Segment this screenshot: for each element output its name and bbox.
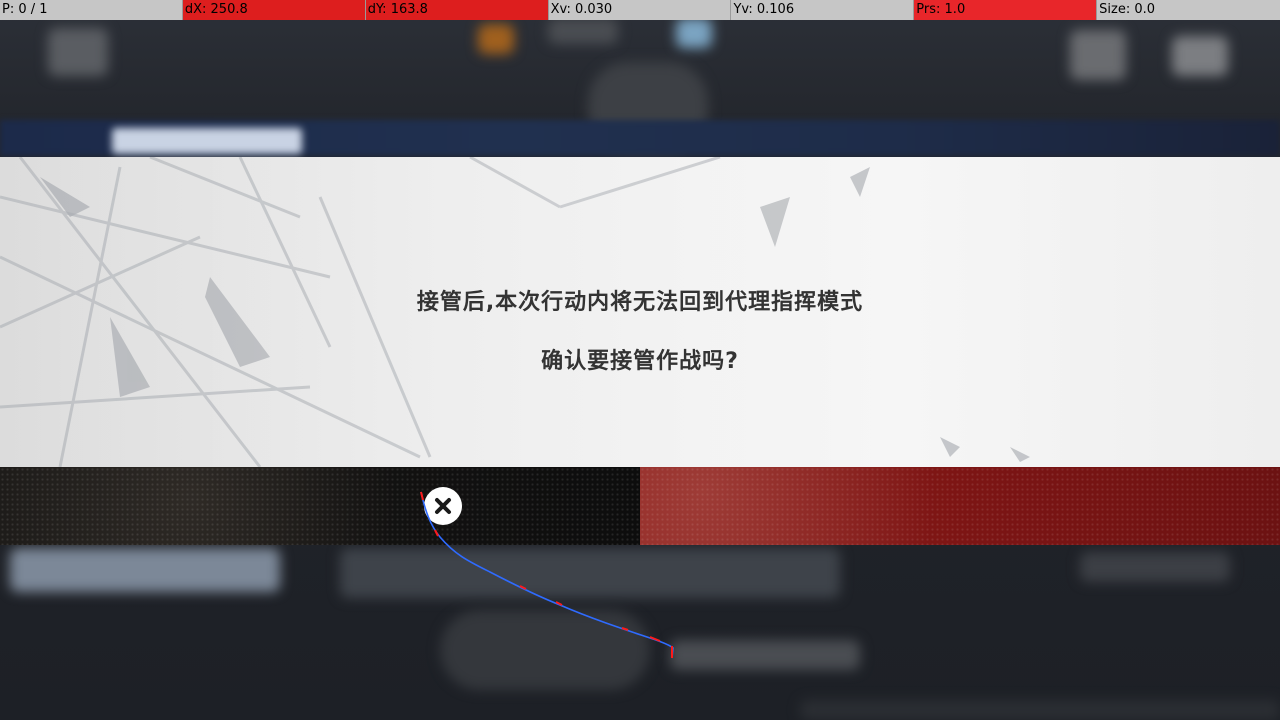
cancel-button[interactable]	[0, 467, 640, 545]
close-icon	[424, 487, 462, 525]
pointer-location-bar: P: 0 / 1 dX: 250.8 dY: 163.8 Xv: 0.030 Y…	[0, 0, 1280, 20]
pressure: Prs: 1.0	[914, 0, 1098, 20]
dialog-button-row	[0, 467, 1280, 545]
game-screen: P: 0 / 1 dX: 250.8 dY: 163.8 Xv: 0.030 Y…	[0, 0, 1280, 720]
confirm-button-texture	[640, 467, 1280, 545]
delta-y: dY: 163.8	[365, 0, 549, 20]
dialog-message-line2: 确认要接管作战吗?	[541, 349, 739, 374]
velocity-y: Yv: 0.106	[731, 0, 915, 20]
touch-size: Size: 0.0	[1097, 0, 1280, 20]
confirm-button[interactable]	[640, 467, 1280, 545]
cancel-button-texture	[0, 467, 640, 545]
delta-x: dX: 250.8	[182, 0, 366, 20]
takeover-confirm-dialog: 接管后,本次行动内将无法回到代理指挥模式 确认要接管作战吗?	[0, 157, 1280, 467]
velocity-x: Xv: 0.030	[548, 0, 732, 20]
dialog-message-line1: 接管后,本次行动内将无法回到代理指挥模式	[416, 290, 864, 315]
pointer-count: P: 0 / 1	[0, 0, 183, 20]
